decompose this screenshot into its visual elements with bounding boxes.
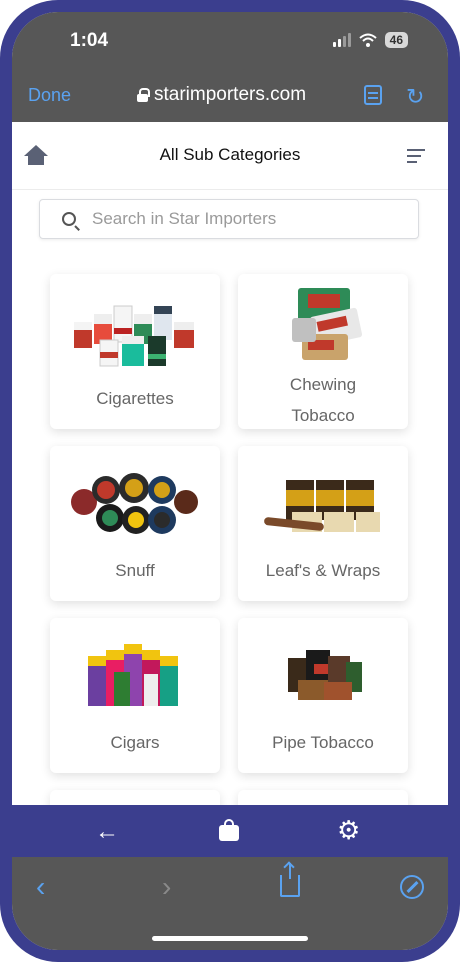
status-time: 1:04 <box>70 30 109 51</box>
screen: 1:04 46 Done starimporters.com ↻ All Sub… <box>12 12 448 950</box>
menu-icon[interactable] <box>407 149 425 163</box>
url-bar[interactable]: starimporters.com <box>137 84 306 106</box>
search-input[interactable] <box>92 200 412 238</box>
category-card-partial[interactable] <box>238 790 408 805</box>
home-indicator <box>152 936 308 941</box>
pipe-tobacco-image <box>288 650 362 700</box>
cigarettes-image <box>74 305 194 367</box>
category-card-cigarettes[interactable]: Cigarettes <box>50 274 220 429</box>
category-card-cigars[interactable]: Cigars <box>50 618 220 773</box>
category-card-pipe-tobacco[interactable]: Pipe Tobacco <box>238 618 408 773</box>
gear-icon[interactable]: ⚙ <box>337 815 360 846</box>
compass-icon[interactable] <box>400 875 424 899</box>
search-icon <box>62 212 76 226</box>
battery-badge: 46 <box>384 32 408 48</box>
shopping-bag-icon[interactable] <box>219 819 239 841</box>
category-card-snuff[interactable]: Snuff <box>50 446 220 601</box>
share-icon[interactable] <box>280 863 300 897</box>
category-card-leafs-wraps[interactable]: Leaf's & Wraps <box>238 446 408 601</box>
phone-frame: 1:04 46 Done starimporters.com ↻ All Sub… <box>0 0 460 962</box>
category-label: Leaf's & Wraps <box>265 561 381 580</box>
main-content: Cigarettes Chewing Tobacco <box>12 190 448 805</box>
category-card-chewing-tobacco[interactable]: Chewing Tobacco <box>238 274 408 429</box>
page-title: All Sub Categories <box>159 145 301 164</box>
browser-top-bar: 1:04 46 Done starimporters.com ↻ <box>12 12 448 122</box>
category-label-line1: Chewing <box>289 375 357 394</box>
reader-view-icon[interactable] <box>364 85 382 105</box>
chevron-left-icon[interactable]: ‹ <box>36 871 45 903</box>
snuff-image <box>71 473 198 534</box>
cigars-image <box>88 644 178 706</box>
arrow-left-icon[interactable]: ← <box>95 818 119 846</box>
lock-icon <box>137 88 150 102</box>
url-text: starimporters.com <box>154 84 307 105</box>
category-label: Chewing Tobacco <box>238 369 408 431</box>
leafs-wraps-image <box>264 480 380 532</box>
category-card-partial[interactable] <box>50 790 220 805</box>
browser-bottom-toolbar: ‹ › <box>12 857 448 950</box>
signal-icon <box>332 33 351 47</box>
reload-icon[interactable]: ↻ <box>406 84 424 110</box>
category-label: Snuff <box>115 561 155 580</box>
app-bottom-bar: ← ⚙ <box>12 805 448 857</box>
category-label: Pipe Tobacco <box>272 733 374 752</box>
wifi-icon <box>358 33 377 47</box>
category-label: Cigars <box>110 733 160 752</box>
chevron-right-icon[interactable]: › <box>162 871 171 903</box>
done-button[interactable]: Done <box>28 85 71 106</box>
chewing-tobacco-image <box>292 288 363 360</box>
page-header: All Sub Categories <box>12 122 448 190</box>
search-box[interactable] <box>39 199 419 239</box>
category-label-line2: Tobacco <box>291 406 355 425</box>
status-icons: 46 <box>332 32 408 48</box>
category-label: Cigarettes <box>96 389 174 408</box>
